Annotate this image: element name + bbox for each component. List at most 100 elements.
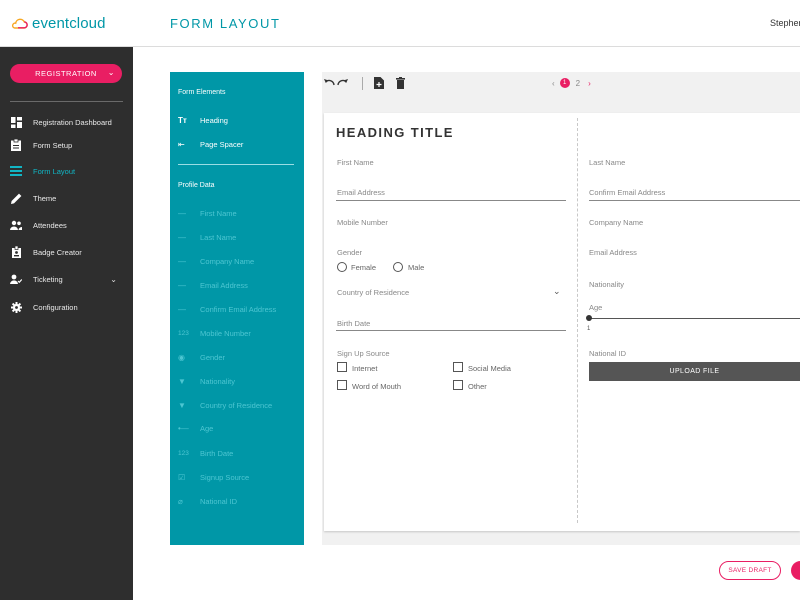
internet-checkbox[interactable] (337, 362, 347, 372)
gear-icon (10, 301, 22, 313)
sidebar: REGISTRATION ⌄ Registration Dashboard Fo… (0, 47, 133, 600)
sidebar-item-registration-dashboard[interactable]: Registration Dashboard (10, 113, 125, 131)
sidebar-item-badge-creator[interactable]: Badge Creator (10, 243, 125, 261)
profile-field-signup-source[interactable]: ☑ Signup Source (178, 470, 296, 484)
profile-field-nationality[interactable]: ▼ Nationality (178, 374, 296, 388)
other-checkbox[interactable] (453, 380, 463, 390)
birth-date-field[interactable]: Birth Date (337, 319, 370, 328)
sidebar-item-form-setup[interactable]: Form Setup (10, 136, 125, 154)
email-field[interactable]: Email Address (337, 188, 385, 197)
save-draft-button[interactable]: SAVE DRAFT (719, 561, 781, 580)
form-elements-panel: Form Elements Tт Heading ⇤ Page Spacer P… (170, 72, 304, 545)
primary-action-button[interactable] (791, 561, 800, 580)
sidebar-item-ticketing[interactable]: Ticketing ⌄ (10, 270, 125, 288)
profile-field-email-address[interactable]: — Email Address (178, 278, 296, 292)
gender-label: Gender (337, 248, 363, 257)
word-of-mouth-checkbox[interactable] (337, 380, 347, 390)
first-name-field[interactable]: First Name (337, 158, 374, 167)
page-title: FORM LAYOUT (170, 16, 281, 31)
chevron-down-icon: ⌄ (110, 274, 117, 284)
social-media-checkbox[interactable] (453, 362, 463, 372)
sidebar-item-label: Form Layout (33, 166, 76, 176)
undo-icon[interactable] (324, 77, 335, 89)
chevron-down-icon[interactable]: ⌄ (553, 286, 561, 297)
registration-button[interactable]: REGISTRATION ⌄ (10, 64, 122, 83)
element-label: Page Spacer (200, 139, 244, 149)
profile-field-national-id[interactable]: ⌀ National ID (178, 494, 296, 508)
sidebar-item-label: Attendees (33, 220, 67, 230)
gender-female-radio[interactable] (337, 262, 347, 272)
profile-field-birth-date[interactable]: 123 Birth Date (178, 446, 296, 460)
profile-field-company-name[interactable]: — Company Name (178, 254, 296, 268)
gender-male-radio[interactable] (393, 262, 403, 272)
logo[interactable]: eventcloud (10, 12, 106, 34)
sidebar-item-label: Badge Creator (33, 247, 82, 257)
profile-field-last-name[interactable]: — Last Name (178, 230, 296, 244)
form-heading[interactable]: HEADING TITLE (336, 125, 454, 140)
sidebar-item-label: Form Setup (33, 140, 73, 150)
age-slider-handle[interactable] (586, 315, 592, 321)
sidebar-item-theme[interactable]: Theme (10, 189, 125, 207)
company-name-field[interactable]: Company Name (589, 218, 643, 227)
word-of-mouth-label: Word of Mouth (352, 382, 402, 391)
text-field-icon: — (178, 208, 186, 218)
profile-field-mobile-number[interactable]: 123 Mobile Number (178, 326, 296, 340)
attachment-icon: ⌀ (178, 496, 183, 506)
signup-source-label: Sign Up Source (337, 349, 390, 358)
element-label: Heading (200, 115, 228, 125)
sidebar-item-attendees[interactable]: Attendees (10, 216, 125, 234)
profile-field-confirm-email[interactable]: — Confirm Email Address (178, 302, 296, 316)
text-heading-icon: Tт (178, 115, 187, 125)
slider-icon: •— (178, 423, 189, 433)
sidebar-item-label: Theme (33, 193, 57, 203)
cloud-logo-icon (12, 18, 28, 29)
birth-date-underline (336, 330, 566, 331)
profile-field-label: Email Address (200, 280, 248, 290)
redo-icon[interactable] (337, 77, 348, 89)
sidebar-item-form-layout[interactable]: Form Layout (10, 162, 125, 180)
page-pager: ‹ 1 2 › (552, 78, 591, 88)
confirm-email-field[interactable]: Confirm Email Address (589, 188, 665, 197)
profile-field-age[interactable]: •— Age (178, 421, 296, 435)
profile-field-label: Age (200, 423, 214, 433)
trash-icon[interactable] (396, 77, 405, 92)
clipboard-icon (10, 139, 22, 151)
toolbar-separator (362, 77, 363, 90)
user-name[interactable]: Stephen (770, 18, 800, 28)
profile-field-label: Gender (200, 352, 226, 362)
sidebar-item-configuration[interactable]: Configuration (10, 298, 125, 316)
add-page-icon[interactable] (374, 77, 384, 92)
nationality-field[interactable]: Nationality (589, 280, 624, 289)
sidebar-item-label: Registration Dashboard (33, 117, 112, 127)
text-field-icon: — (178, 304, 186, 314)
more-options-icon[interactable]: ⋮ (796, 77, 800, 88)
element-page-spacer[interactable]: ⇤ Page Spacer (178, 137, 296, 151)
ticket-icon (10, 273, 22, 285)
current-page-badge[interactable]: 1 (559, 78, 570, 88)
number-icon: 123 (178, 329, 189, 337)
pager-next-icon[interactable]: › (588, 79, 591, 88)
age-slider-min: 1 (587, 326, 591, 332)
badge-icon (10, 246, 22, 258)
profile-field-label: Signup Source (200, 472, 250, 482)
profile-field-gender[interactable]: ◉ Gender (178, 350, 296, 364)
profile-field-country[interactable]: ▼ Country of Residence (178, 398, 296, 412)
pager-prev-icon[interactable]: ‹ (552, 79, 555, 88)
layout-icon (10, 165, 22, 177)
page-spacer-icon: ⇤ (178, 139, 185, 149)
upload-file-button[interactable]: UPLOAD FILE (589, 362, 800, 381)
social-media-label: Social Media (468, 364, 511, 373)
last-name-field[interactable]: Last Name (589, 158, 625, 167)
page-number[interactable]: 2 (576, 79, 580, 88)
other-label: Other (468, 382, 487, 391)
element-heading[interactable]: Tт Heading (178, 113, 296, 127)
mobile-number-field[interactable]: Mobile Number (337, 218, 388, 227)
number-icon: 123 (178, 449, 189, 457)
age-slider-track[interactable] (589, 318, 800, 319)
profile-field-label: Mobile Number (200, 328, 251, 338)
right-email-field[interactable]: Email Address (589, 248, 637, 257)
dashboard-icon (10, 116, 22, 128)
profile-field-first-name[interactable]: — First Name (178, 206, 296, 220)
country-dropdown[interactable]: Country of Residence (337, 288, 409, 297)
national-id-label: National ID (589, 349, 627, 358)
